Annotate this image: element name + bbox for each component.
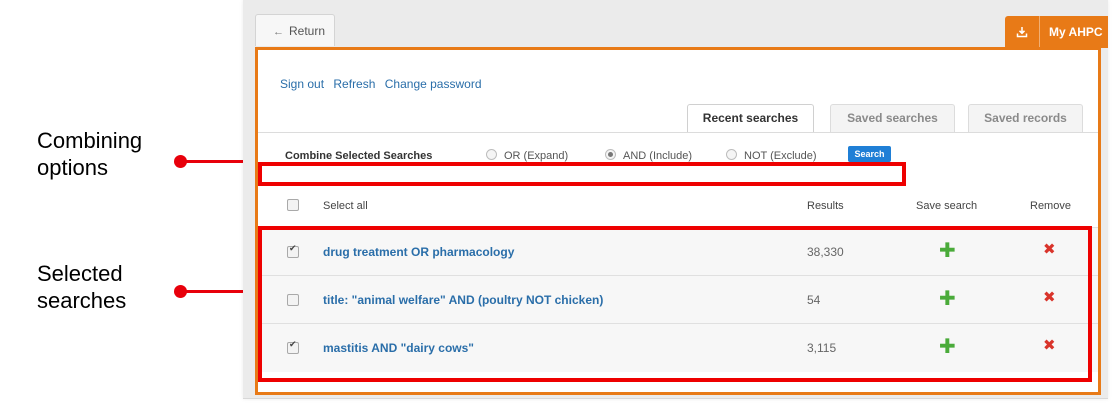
radio-label: NOT (Exclude) (744, 150, 817, 162)
radio-label: OR (Expand) (504, 150, 569, 162)
my-ahpc-label: My AHPC (1049, 25, 1103, 39)
change-password-link[interactable]: Change password (385, 77, 482, 91)
arrow-left-icon: ← (273, 26, 284, 38)
annotation-text: Selected (37, 261, 123, 286)
tab-saved-records[interactable]: Saved records (968, 104, 1083, 132)
return-button[interactable]: ← Return (255, 14, 335, 46)
return-label: Return (289, 24, 326, 38)
refresh-link[interactable]: Refresh (333, 77, 375, 91)
results-header: Results (807, 200, 844, 212)
select-all-label: Select all (323, 200, 368, 212)
remove-header: Remove (1030, 200, 1071, 212)
radio-label: AND (Include) (623, 150, 693, 162)
tab-saved-searches[interactable]: Saved searches (830, 104, 955, 132)
sign-out-link[interactable]: Sign out (280, 77, 324, 91)
table-header: Select all Results Save search Remove (258, 182, 1098, 227)
combine-search-button[interactable]: Search (848, 146, 891, 162)
download-icon (1005, 16, 1040, 48)
annotation-text: options (37, 155, 108, 180)
radio-button[interactable] (486, 149, 497, 160)
my-ahpc-button[interactable]: My AHPC (1005, 16, 1108, 48)
annotation-text: Combining (37, 128, 143, 153)
save-search-header: Save search (916, 200, 978, 212)
selected-searches-highlight (258, 226, 1092, 382)
combining-options-annotation: Combining options (37, 127, 177, 181)
selected-searches-annotation: Selected searches (37, 260, 177, 314)
radio-button[interactable] (605, 149, 616, 160)
radio-not-option[interactable]: NOT (Exclude) (726, 149, 817, 162)
combine-title: Combine Selected Searches (285, 150, 433, 162)
combining-options-highlight (258, 162, 906, 186)
radio-or-option[interactable]: OR (Expand) (486, 149, 568, 162)
tab-recent-searches[interactable]: Recent searches (687, 104, 814, 132)
select-all-checkbox[interactable] (287, 199, 299, 211)
radio-button[interactable] (726, 149, 737, 160)
tab-bar: Recent searches Saved searches Saved rec… (258, 104, 1098, 132)
top-bar: ← Return My AHPC (243, 0, 1108, 48)
radio-and-option[interactable]: AND (Include) (605, 149, 692, 162)
annotation-text: searches (37, 288, 127, 313)
account-links: Sign out Refresh Change password (280, 77, 488, 91)
